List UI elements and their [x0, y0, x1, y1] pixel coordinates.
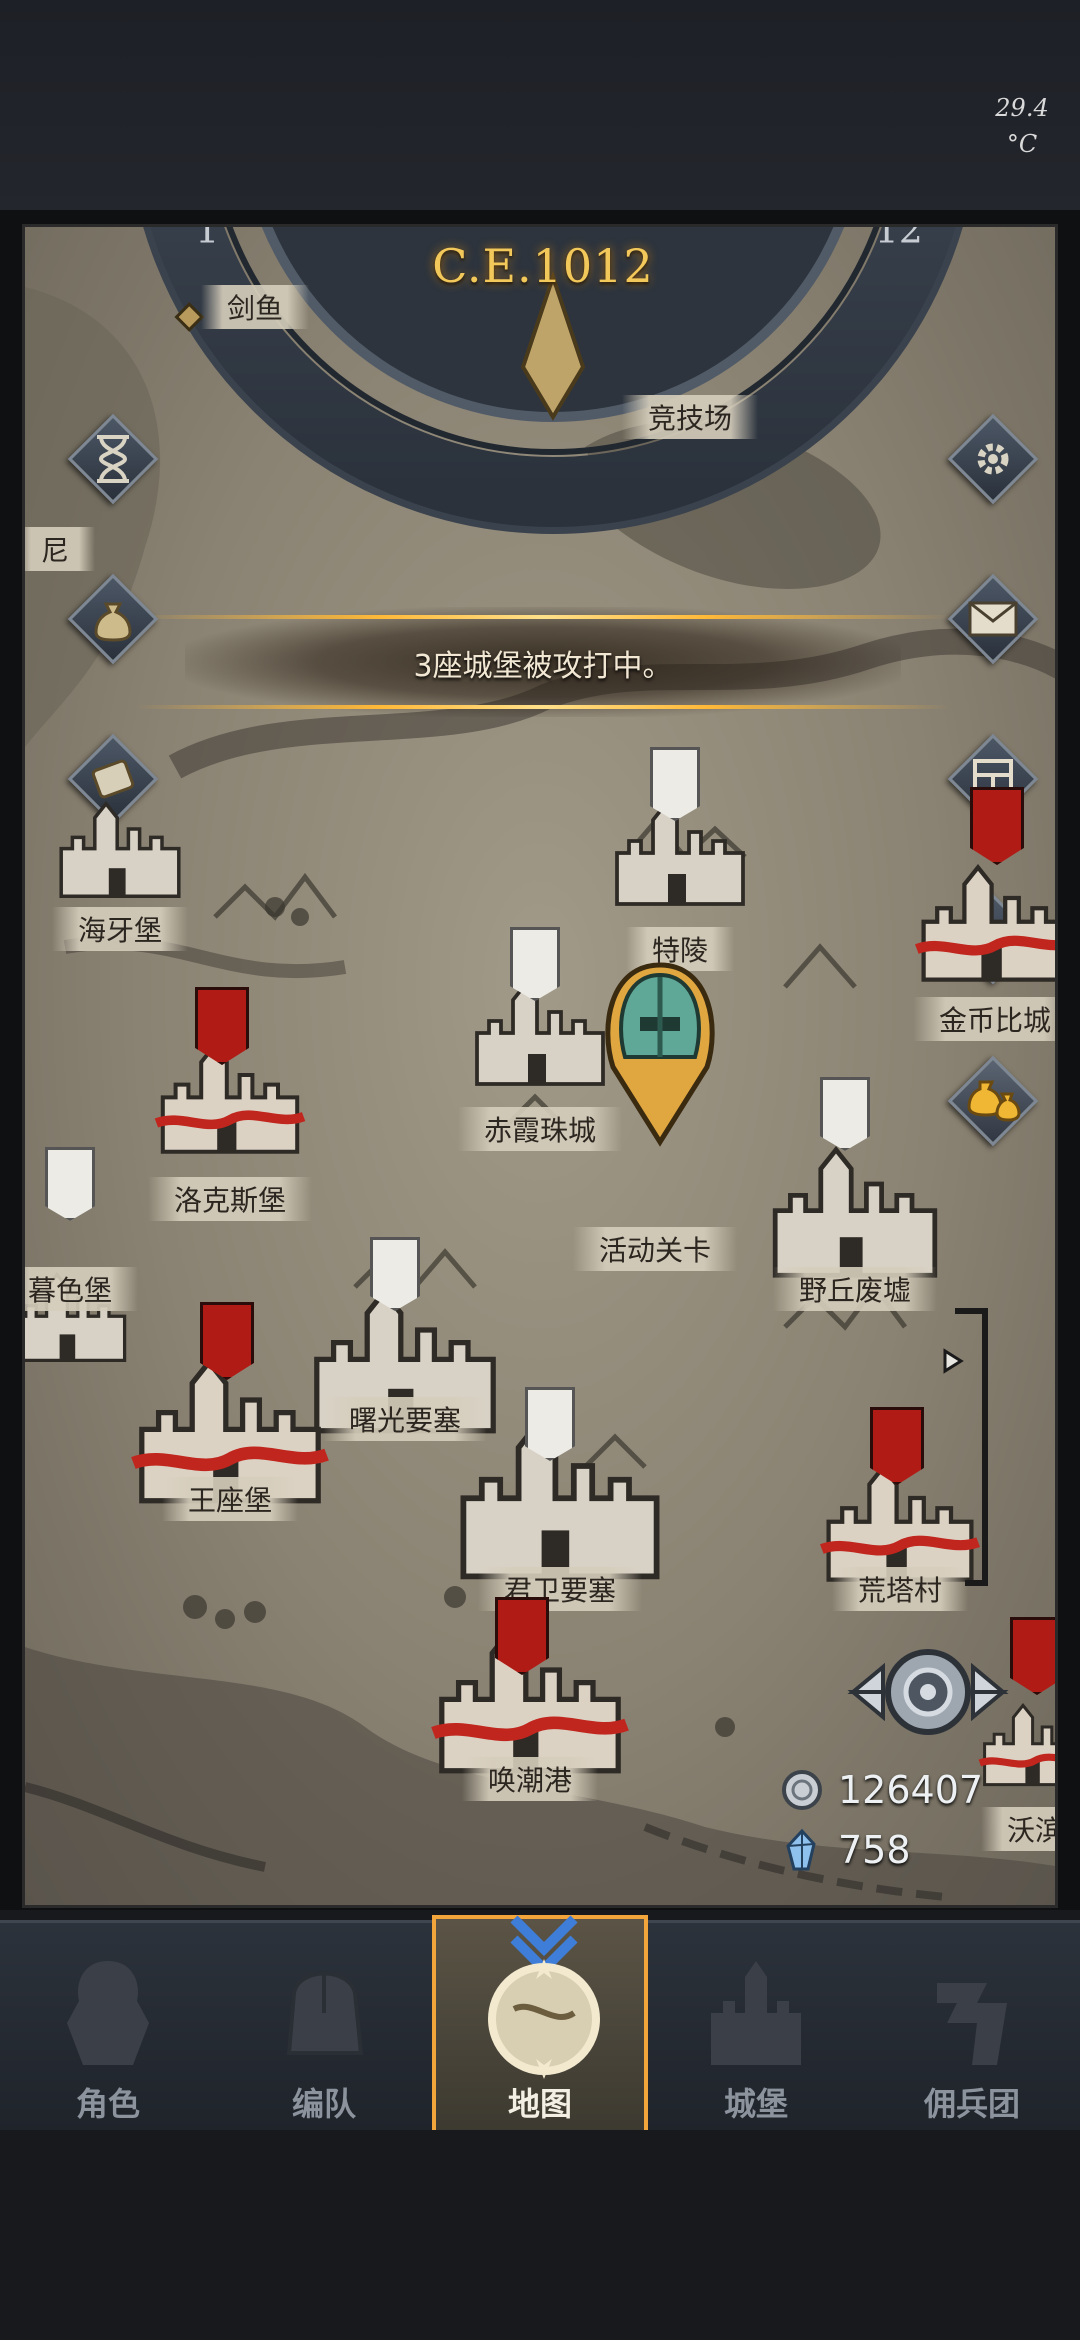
location-name: 海牙堡 — [51, 907, 189, 951]
castle-icon — [711, 1961, 801, 2065]
helmet-icon — [286, 1971, 364, 2055]
world-map[interactable]: 123456789101112 C.E.1012 3座城堡被攻打中。 — [22, 224, 1058, 1908]
location-name: 王座堡 — [161, 1477, 299, 1521]
mail-button[interactable] — [947, 573, 1039, 665]
temperature-readout: 29.4 °C — [995, 94, 1049, 158]
tab-label: 编队 — [291, 2085, 356, 2123]
neutral-flag — [525, 1387, 575, 1461]
location-2[interactable]: 尼 — [25, 447, 96, 571]
map-frame: 123456789101112 C.E.1012 3座城堡被攻打中。 — [0, 210, 1080, 2088]
castle-sprite — [772, 1145, 938, 1278]
helmet-marker-icon — [605, 962, 715, 1147]
location-name: 野丘废墟 — [772, 1267, 938, 1311]
mail-icon — [968, 601, 1018, 637]
crosshair-icon — [847, 1649, 1009, 1735]
banner-text: 3座城堡被攻打中。 — [413, 649, 673, 684]
silver-coin-icon — [782, 1770, 822, 1810]
location-name: 金币比城 — [912, 997, 1055, 1041]
treasure-bag-button[interactable] — [947, 1055, 1039, 1147]
scroll-slider[interactable] — [935, 1307, 995, 1587]
crystal-counter: 758 — [780, 1822, 1030, 1878]
neutral-flag — [45, 1147, 95, 1221]
event-stage-marker[interactable] — [595, 957, 725, 1157]
location-name: 竞技场 — [621, 395, 759, 439]
castle-sprite — [915, 863, 1055, 982]
neutral-flag — [820, 1077, 870, 1151]
tab-mercenary[interactable]: 佣兵团 — [864, 1923, 1080, 2133]
treasure-bag-icon — [967, 1080, 1021, 1122]
notification-banner: 3座城堡被攻打中。 — [25, 607, 1055, 717]
location-name: 洛克斯堡 — [147, 1177, 313, 1221]
map-compass-icon — [488, 1915, 600, 2079]
crystal-amount: 758 — [838, 1828, 911, 1872]
bottom-nav: 角色 编队 地图 城堡 佣兵团 — [0, 1915, 1080, 2137]
tab-map[interactable]: 地图 — [432, 1915, 648, 2137]
money-bag-button[interactable] — [67, 573, 159, 665]
gear-icon — [977, 443, 1009, 475]
era-year: C.E.1012 — [432, 239, 654, 293]
location-name: 剑鱼 — [200, 285, 310, 329]
tab-formation[interactable]: 编队 — [216, 1923, 432, 2133]
hourglass-icon — [97, 435, 129, 483]
status-bar: 29.4 °C — [0, 0, 1080, 210]
mercenary-icon — [937, 1983, 1007, 2065]
tab-label: 角色 — [75, 2085, 140, 2123]
location-5[interactable]: 金币比城 — [905, 847, 1055, 1041]
location-name: 暮色堡 — [25, 1267, 139, 1311]
money-bag-icon — [94, 602, 132, 642]
knight-icon — [67, 1961, 149, 2065]
neutral-flag — [370, 1237, 420, 1311]
crystal-icon — [786, 1828, 816, 1871]
location-name: 尼 — [25, 527, 96, 571]
location-3[interactable]: 海牙堡 — [35, 787, 205, 951]
location-10[interactable]: 暮色堡 — [25, 1227, 139, 1397]
location-1[interactable]: 竞技场 — [585, 317, 795, 439]
silver-counter: 126407 — [780, 1762, 1030, 1818]
location-0[interactable]: 剑鱼 — [195, 273, 315, 363]
tab-label: 佣兵团 — [923, 2085, 1020, 2123]
tab-label: 城堡 — [723, 2085, 788, 2123]
neutral-flag — [650, 747, 700, 821]
map-dpad[interactable] — [843, 1617, 1013, 1767]
tab-label: 地图 — [507, 2085, 572, 2123]
neutral-flag — [510, 927, 560, 1001]
location-name: 活动关卡 — [572, 1227, 738, 1271]
silver-amount: 126407 — [838, 1768, 984, 1812]
bottom-spacer — [0, 2130, 1080, 2340]
tab-character[interactable]: 角色 — [0, 1923, 216, 2133]
castle-sprite — [59, 800, 181, 898]
tab-castle[interactable]: 城堡 — [648, 1923, 864, 2133]
location-name: 唤潮港 — [461, 1757, 599, 1801]
location-9[interactable]: 野丘废墟 — [755, 1127, 955, 1317]
settings-button[interactable] — [947, 413, 1039, 505]
